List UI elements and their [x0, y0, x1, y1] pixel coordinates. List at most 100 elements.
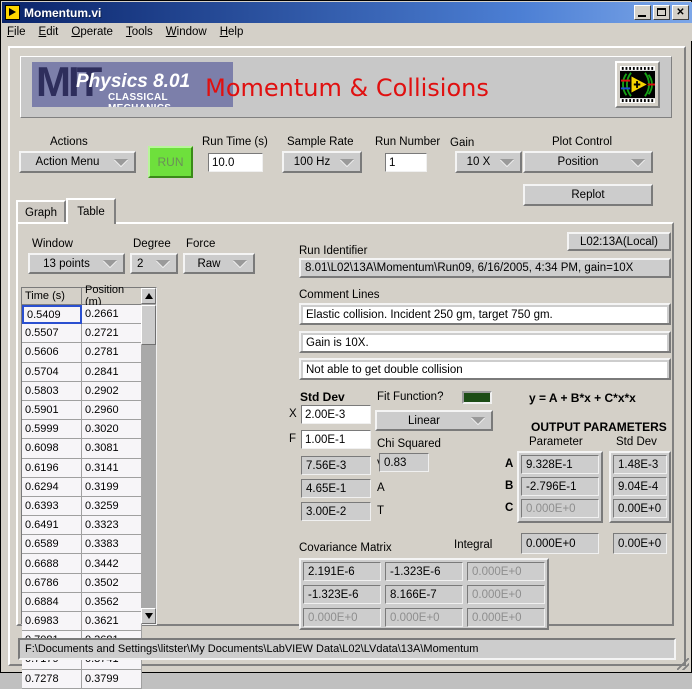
- status-bar-path: F:\Documents and Settings\litster\My Doc…: [18, 638, 676, 660]
- std-dev-f-input[interactable]: 1.00E-1: [301, 430, 371, 449]
- table-cell[interactable]: 0.2781: [82, 343, 142, 363]
- table-cell[interactable]: 0.6786: [22, 573, 82, 593]
- table-cell[interactable]: 0.2721: [82, 324, 142, 344]
- table-cell[interactable]: 0.3199: [82, 477, 142, 497]
- table-cell[interactable]: 0.3081: [82, 439, 142, 459]
- menu-item-file[interactable]: File: [7, 26, 26, 38]
- actions-menu[interactable]: Action Menu: [19, 151, 136, 173]
- replot-button[interactable]: Replot: [523, 184, 653, 206]
- table-row[interactable]: 0.6589 0.3383: [22, 535, 142, 555]
- table-cell[interactable]: 0.5704: [22, 362, 82, 382]
- table-cell[interactable]: 0.6393: [22, 496, 82, 517]
- run-number-input[interactable]: 1: [385, 153, 427, 172]
- table-row[interactable]: 0.6491 0.3323: [22, 516, 142, 536]
- force-dropdown[interactable]: Raw: [183, 253, 255, 274]
- table-cell[interactable]: 0.3562: [82, 592, 142, 612]
- fit-function-dropdown[interactable]: Linear: [375, 410, 493, 431]
- table-cell[interactable]: 0.6688: [22, 554, 82, 574]
- tab-table[interactable]: Table: [66, 198, 116, 224]
- run-button[interactable]: RUN: [148, 146, 193, 178]
- table-row[interactable]: 0.6983 0.3621: [22, 612, 142, 632]
- std-dev-a-value: 4.65E-1: [306, 482, 347, 495]
- table-cell[interactable]: 0.3502: [82, 573, 142, 593]
- run-time-input[interactable]: 10.0: [208, 153, 263, 172]
- mit-physics-text: Physics 8.01: [76, 71, 191, 92]
- comment-line-3[interactable]: Not able to get double collision: [303, 362, 667, 378]
- tab-graph[interactable]: Graph: [16, 200, 66, 224]
- table-row[interactable]: 0.5901 0.2960: [22, 400, 142, 421]
- plot-control-dropdown[interactable]: Position: [523, 151, 653, 173]
- output-stddev-a: 1.48E-3: [613, 455, 667, 474]
- scroll-down-button[interactable]: [141, 608, 156, 624]
- table-cell[interactable]: 0.6491: [22, 516, 82, 536]
- table-body: 0.5409 0.2661 0.5507 0.2721 0.5606 0.2781 0.57…: [22, 305, 142, 689]
- chevron-down-icon: [103, 260, 117, 267]
- table-cell[interactable]: 0.2841: [82, 362, 142, 382]
- table-row[interactable]: 0.6098 0.3081: [22, 439, 142, 459]
- table-row[interactable]: 0.6688 0.3442: [22, 554, 142, 574]
- table-row[interactable]: 0.7278 0.3799: [22, 669, 142, 689]
- menu-item-help[interactable]: Help: [220, 26, 244, 38]
- chevron-down-icon: [340, 158, 354, 166]
- scroll-up-button[interactable]: [141, 288, 156, 304]
- table-cell[interactable]: 0.3799: [82, 669, 142, 689]
- sample-rate-dropdown[interactable]: 100 Hz: [282, 151, 362, 173]
- table-row[interactable]: 0.5803 0.2902: [22, 381, 142, 401]
- table-cell[interactable]: 0.3383: [82, 535, 142, 555]
- table-cell[interactable]: 0.5803: [22, 381, 82, 401]
- table-row[interactable]: 0.5409 0.2661: [22, 305, 142, 325]
- table-cell[interactable]: 0.6884: [22, 592, 82, 612]
- comment-line-2[interactable]: Gain is 10X.: [303, 335, 667, 351]
- table-row[interactable]: 0.5704 0.2841: [22, 362, 142, 382]
- menu-item-tools[interactable]: Tools: [126, 26, 153, 38]
- table-row[interactable]: 0.6196 0.3141: [22, 458, 142, 478]
- data-table[interactable]: Time (s) Position (m) 0.5409 0.2661 0.5507…: [21, 284, 157, 689]
- fit-function-value: Linear: [408, 414, 440, 427]
- degree-dropdown[interactable]: 2: [130, 253, 178, 274]
- gain-dropdown[interactable]: 10 X: [455, 151, 522, 173]
- table-row[interactable]: 0.6786 0.3502: [22, 573, 142, 593]
- table-cell[interactable]: 0.5507: [22, 324, 82, 344]
- table-cell[interactable]: 0.6589: [22, 535, 82, 555]
- table-cell[interactable]: 0.3259: [82, 496, 142, 517]
- menu-item-edit[interactable]: Edit: [39, 26, 59, 38]
- table-scrollbar[interactable]: [141, 288, 156, 624]
- table-cell[interactable]: 0.5901: [22, 400, 82, 421]
- table-cell[interactable]: 0.3323: [82, 516, 142, 536]
- scrollbar-thumb[interactable]: [141, 305, 156, 345]
- table-cell[interactable]: 0.5999: [22, 420, 82, 440]
- table-cell[interactable]: 0.5606: [22, 343, 82, 363]
- table-row[interactable]: 0.5606 0.2781: [22, 343, 142, 363]
- table-cell[interactable]: 0.3141: [82, 458, 142, 478]
- table-row[interactable]: 0.5999 0.3020: [22, 420, 142, 440]
- table-row[interactable]: 0.5507 0.2721: [22, 324, 142, 344]
- table-cell[interactable]: 0.2902: [82, 381, 142, 401]
- sample-rate-value: 100 Hz: [293, 156, 331, 168]
- std-dev-x-input[interactable]: 2.00E-3: [301, 405, 371, 424]
- table-cell[interactable]: 0.3621: [82, 612, 142, 632]
- table-cell[interactable]: 0.6196: [22, 458, 82, 478]
- table-cell[interactable]: 0.6983: [22, 612, 82, 632]
- table-cell[interactable]: 0.2960: [82, 400, 142, 421]
- table-cell[interactable]: 0.6098: [22, 439, 82, 459]
- menu-item-window[interactable]: Window: [166, 26, 207, 38]
- table-row[interactable]: 0.6393 0.3259: [22, 496, 142, 517]
- table-cell[interactable]: 0.2661: [82, 305, 142, 325]
- resize-grip[interactable]: [677, 658, 689, 670]
- table-row[interactable]: 0.6884 0.3562: [22, 592, 142, 612]
- table-cell[interactable]: 0.3442: [82, 554, 142, 574]
- close-button[interactable]: ✕: [672, 5, 689, 20]
- minimize-button[interactable]: [634, 5, 651, 20]
- table-cell[interactable]: 0.7278: [22, 669, 82, 689]
- menu-item-operate[interactable]: Operate: [71, 26, 113, 38]
- maximize-button[interactable]: [653, 5, 670, 20]
- table-cell[interactable]: 0.6294: [22, 477, 82, 497]
- comment-line-1[interactable]: Elastic collision. Incident 250 gm, targ…: [303, 307, 667, 323]
- table-cell[interactable]: 0.3020: [82, 420, 142, 440]
- run-number-value: 1: [389, 156, 396, 169]
- table-cell[interactable]: 0.5409: [22, 305, 82, 325]
- window-dropdown[interactable]: 13 points: [28, 253, 125, 274]
- covariance-cell-2-1: 0.000E+0: [385, 608, 463, 627]
- covariance-cell-2-0: 0.000E+0: [303, 608, 381, 627]
- table-row[interactable]: 0.6294 0.3199: [22, 477, 142, 497]
